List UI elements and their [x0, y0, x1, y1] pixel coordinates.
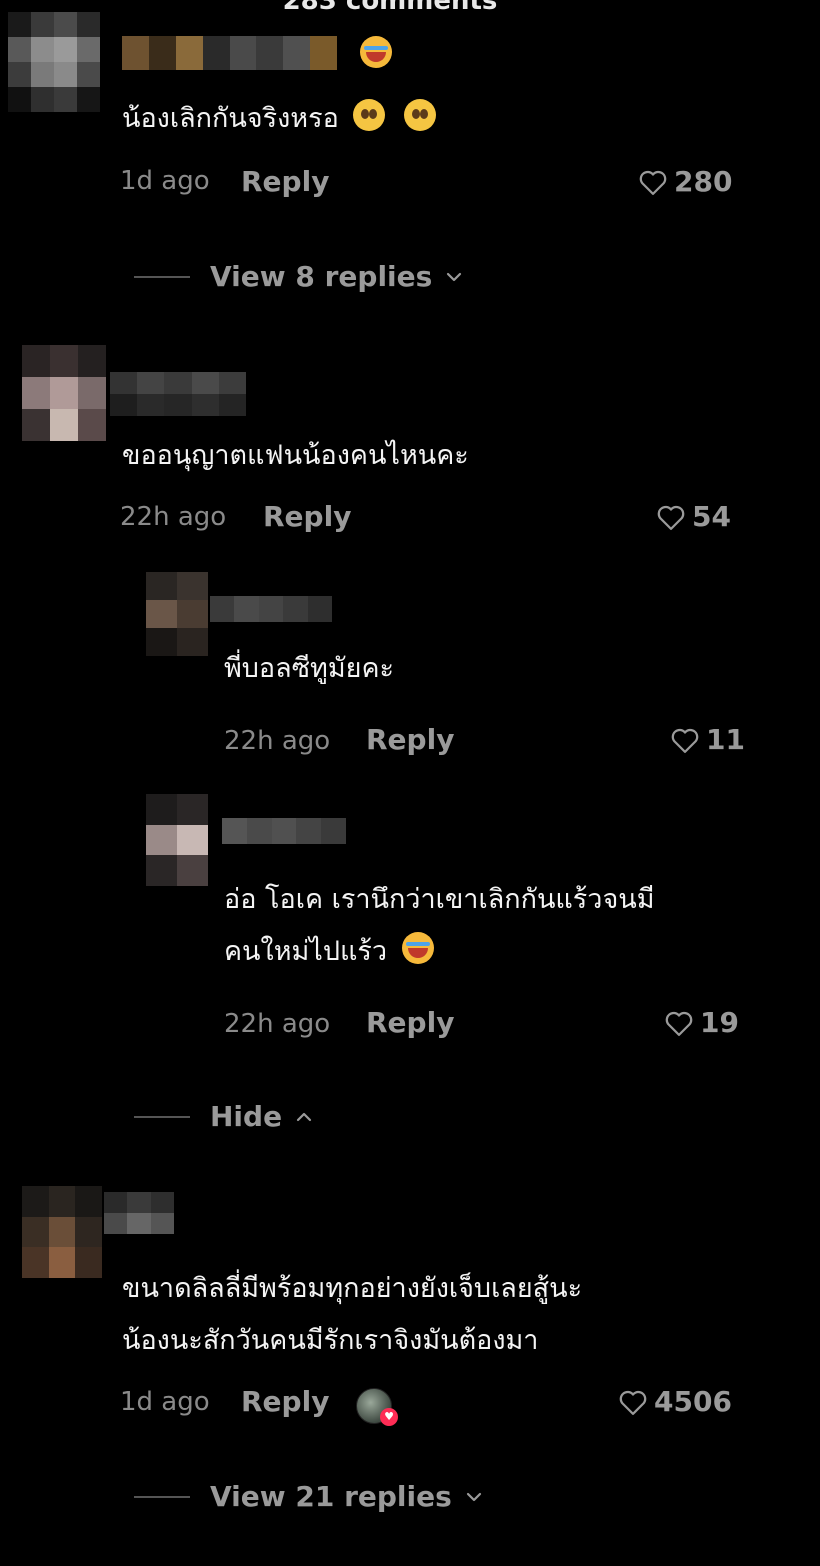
- view-replies-button[interactable]: View 8 replies: [134, 260, 464, 293]
- like-count: 19: [700, 1006, 739, 1039]
- reply-button[interactable]: Reply: [366, 1006, 454, 1039]
- like-button[interactable]: 19: [664, 1006, 739, 1039]
- heart-badge-icon: ♥: [380, 1408, 398, 1426]
- comment-text: น้องเลิกกันจริงหรอ: [122, 93, 436, 145]
- like-button[interactable]: 280: [638, 165, 732, 198]
- hide-replies-button[interactable]: Hide: [134, 1100, 314, 1133]
- like-button[interactable]: 11: [670, 723, 745, 756]
- like-count: 280: [674, 165, 733, 198]
- chevron-up-icon: [296, 1112, 312, 1121]
- username-redacted[interactable]: [122, 36, 337, 70]
- comment-text-line: พี่บอลซีทูมัยคะ: [224, 653, 395, 684]
- view-replies-button[interactable]: View 21 replies: [134, 1480, 484, 1513]
- hide-label: Hide: [210, 1100, 283, 1133]
- comment-time: 22h ago: [224, 726, 331, 756]
- comment-text-line-2: คนใหม่ไปแร้ว: [224, 926, 655, 978]
- reply-button[interactable]: Reply: [366, 723, 454, 756]
- comment-text-line: น้องเลิกกันจริงหรอ: [122, 103, 339, 134]
- like-button[interactable]: 54: [656, 500, 731, 533]
- comment-text: อ่อ โอเค เรานึกว่าเขาเลิกกันแร้วจนมี คนใ…: [224, 874, 655, 978]
- crying-emoji-icon: [404, 99, 436, 131]
- comment-time: 22h ago: [120, 502, 227, 532]
- like-count: 11: [706, 723, 745, 756]
- reply-button[interactable]: Reply: [241, 165, 329, 198]
- heart-icon: [657, 505, 685, 530]
- comment-text-line: ขนาดลิลลี่มีพร้อมทุกอย่างยังเจ็บเลยสู้นะ: [122, 1273, 583, 1304]
- avatar[interactable]: [146, 572, 208, 656]
- like-count: 4506: [654, 1385, 732, 1418]
- chevron-down-icon: [447, 272, 462, 281]
- heart-icon: [639, 170, 667, 195]
- comment-text: ขนาดลิลลี่มีพร้อมทุกอย่างยังเจ็บเลยสู้นะ…: [122, 1263, 582, 1367]
- divider-line: [134, 1115, 190, 1118]
- comment-text-line: น้องนะสักวันคนมีรักเราจิงมันต้องมา: [122, 1325, 539, 1356]
- laughing-emoji-icon: [401, 932, 434, 964]
- view-replies-label: View 8 replies: [210, 260, 433, 293]
- username-redacted[interactable]: [110, 372, 246, 416]
- comment-text-line: อ่อ โอเค เรานึกว่าเขาเลิกกันแร้วจนมี: [224, 884, 655, 915]
- reply-button[interactable]: Reply: [263, 500, 351, 533]
- comment-text: พี่บอลซีทูมัยคะ: [224, 643, 394, 695]
- comment-time: 22h ago: [224, 1009, 331, 1039]
- reply-button[interactable]: Reply: [241, 1385, 329, 1418]
- chevron-down-icon: [466, 1492, 481, 1501]
- comment-time: 1d ago: [120, 166, 210, 196]
- like-count: 54: [692, 500, 731, 533]
- comment-text-line: คนใหม่ไปแร้ว: [224, 936, 388, 967]
- avatar[interactable]: [146, 794, 208, 886]
- divider-line: [134, 275, 190, 278]
- avatar[interactable]: [22, 345, 106, 441]
- divider-line: [134, 1495, 190, 1498]
- heart-icon: [665, 1011, 693, 1036]
- comment-text: ขออนุญาตแฟนน้องคนไหนคะ: [122, 430, 469, 482]
- view-replies-label: View 21 replies: [210, 1480, 452, 1513]
- username-redacted[interactable]: [222, 818, 346, 844]
- comment-text-line: ขออนุญาตแฟนน้องคนไหนคะ: [122, 440, 469, 471]
- comment-time: 1d ago: [120, 1387, 210, 1417]
- username-redacted[interactable]: [210, 596, 332, 622]
- heart-icon: [671, 728, 699, 753]
- like-button[interactable]: 4506: [618, 1385, 732, 1418]
- comments-count-title: 283 comments: [282, 0, 498, 16]
- avatar[interactable]: [8, 12, 100, 112]
- avatar[interactable]: [22, 1186, 102, 1278]
- heart-icon: [619, 1390, 647, 1415]
- username-redacted[interactable]: [104, 1192, 174, 1234]
- laughing-emoji-icon: [360, 36, 392, 68]
- crying-emoji-icon: [353, 99, 386, 131]
